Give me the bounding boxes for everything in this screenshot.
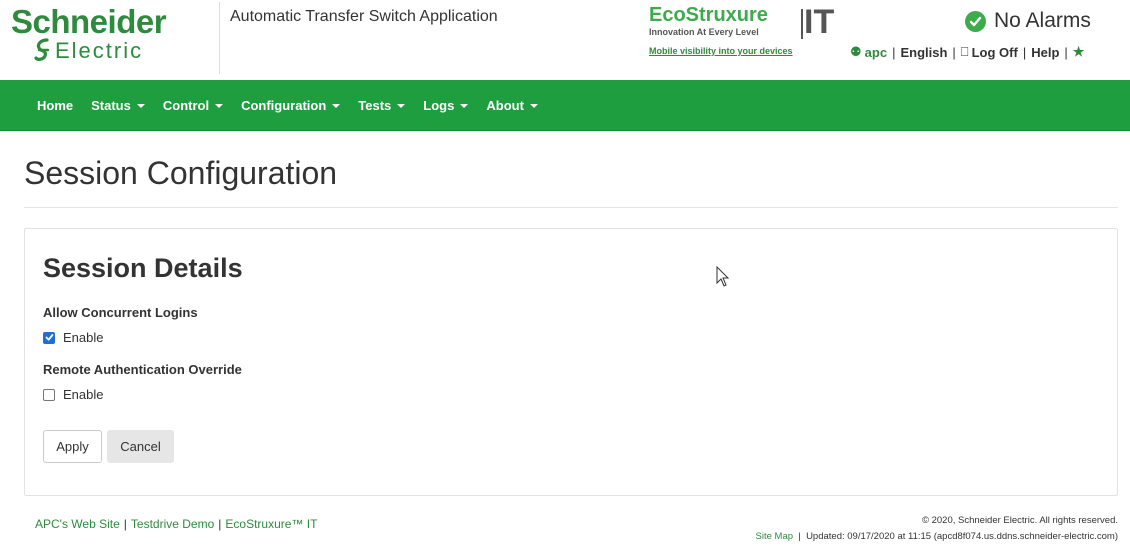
ecostruxure-brand: EcoStruxure (649, 4, 768, 26)
nav-item-configuration[interactable]: Configuration (241, 98, 341, 113)
alarm-status[interactable]: No Alarms (965, 8, 1091, 34)
app-title: Automatic Transfer Switch Application (230, 8, 498, 25)
schneider-electric-logo[interactable]: Schneider Electric (11, 4, 201, 74)
footer-links: APC's Web Site | Testdrive Demo | EcoStr… (35, 517, 318, 531)
nav-item-label: About (486, 98, 524, 113)
nav-item-label: Home (37, 98, 74, 113)
caret-down-icon (529, 103, 538, 108)
header-divider (219, 2, 220, 74)
ecostruxure-it-bar (801, 9, 803, 39)
page-title: Session Configuration (24, 155, 338, 191)
copyright-text: © 2020, Schneider Electric. All rights r… (921, 515, 1118, 526)
main-navbar: Home Status Control Configuration Tests Logs A… (0, 80, 1130, 131)
footer-updated: Site Map | Updated: 09/17/2020 at 11:15 … (755, 531, 1118, 542)
schneider-logo-mark-icon (34, 38, 50, 61)
remote-auth-override-enable-label: Enable (63, 387, 104, 402)
nav-item-about[interactable]: About (486, 98, 538, 113)
cancel-button[interactable]: Cancel (107, 430, 174, 463)
logo-brand-line1: Schneider (11, 3, 167, 40)
title-divider (24, 207, 1118, 208)
user-bar: ⚉ apc | English | ⎕ Log Off | Help | ★ (850, 44, 1085, 60)
ecostruxure-it-link[interactable]: EcoStruxure™ IT (225, 517, 317, 531)
session-details-panel: Session Details Allow Concurrent Logins … (24, 228, 1118, 496)
header: Schneider Electric Automatic Transfer Sw… (0, 0, 1130, 80)
nav-item-label: Status (91, 98, 131, 113)
nav-item-status[interactable]: Status (91, 98, 145, 113)
panel-title: Session Details (43, 253, 243, 283)
logo-brand-line2: Electric (55, 38, 144, 63)
caret-down-icon (397, 103, 406, 108)
language-selector[interactable]: English (900, 45, 947, 60)
nav-item-logs[interactable]: Logs (423, 98, 469, 113)
testdrive-demo-link[interactable]: Testdrive Demo (131, 517, 214, 531)
current-user[interactable]: apc (865, 45, 887, 60)
nav-item-label: Tests (358, 98, 392, 113)
concurrent-logins-label: Allow Concurrent Logins (43, 305, 198, 320)
caret-down-icon (332, 103, 341, 108)
logoff-icon: ⎕ (960, 44, 969, 59)
help-link[interactable]: Help (1031, 45, 1059, 60)
nav-item-home[interactable]: Home (37, 98, 73, 113)
pin-icon[interactable]: ★ (1073, 44, 1085, 60)
apply-button[interactable]: Apply (43, 430, 102, 463)
mobile-visibility-link[interactable]: Mobile visibility into your devices (649, 46, 793, 56)
remote-auth-override-checkbox[interactable] (43, 388, 55, 401)
checkmark-circle-icon (965, 10, 986, 32)
ecostruxure-it: IT (804, 3, 835, 41)
user-icon: ⚉ (850, 44, 862, 59)
ecostruxure-tagline: Innovation At Every Level (649, 27, 759, 37)
alarm-status-text: No Alarms (994, 9, 1091, 32)
nav-list: Home Status Control Configuration Tests Logs A… (28, 80, 547, 131)
nav-item-tests[interactable]: Tests (358, 98, 406, 113)
caret-down-icon (136, 103, 145, 108)
ecostruxure-logo[interactable]: EcoStruxure IT Innovation At Every Level… (649, 3, 849, 65)
concurrent-logins-option[interactable]: Enable (43, 330, 103, 345)
nav-item-label: Logs (423, 98, 455, 113)
mouse-pointer-icon (716, 266, 730, 287)
apc-website-link[interactable]: APC's Web Site (35, 517, 120, 531)
caret-down-icon (460, 103, 469, 108)
updated-text: Updated: 09/17/2020 at 11:15 (apcd8f074.… (806, 531, 1118, 542)
remote-auth-override-option[interactable]: Enable (43, 387, 103, 402)
site-map-link[interactable]: Site Map (756, 531, 794, 542)
nav-item-label: Control (162, 98, 210, 113)
concurrent-logins-checkbox[interactable] (43, 331, 55, 344)
remote-auth-override-label: Remote Authentication Override (43, 362, 242, 377)
nav-item-label: Configuration (241, 98, 327, 113)
logoff-link[interactable]: Log Off (972, 45, 1018, 60)
nav-item-control[interactable]: Control (162, 98, 224, 113)
concurrent-logins-enable-label: Enable (63, 330, 104, 345)
caret-down-icon (215, 103, 224, 108)
